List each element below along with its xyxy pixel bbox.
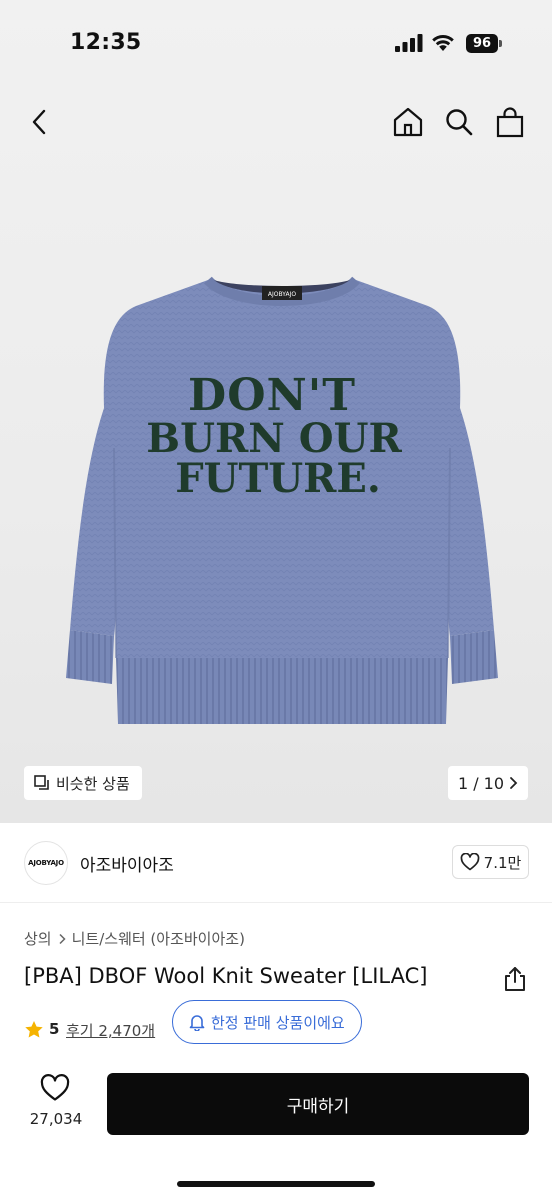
chevron-left-icon bbox=[32, 109, 46, 135]
bell-icon bbox=[189, 1015, 205, 1031]
status-bar: 12:35 96 bbox=[0, 0, 552, 88]
similar-products-label: 비슷한 상품 bbox=[56, 774, 130, 793]
heart-outline-icon bbox=[460, 853, 480, 871]
chevron-right-icon bbox=[510, 777, 518, 789]
breadcrumb-item[interactable]: 니트/스웨터 (아조바이아조) bbox=[72, 928, 245, 949]
shopping-bag-icon bbox=[496, 107, 524, 138]
buy-button[interactable]: 구매하기 bbox=[107, 1073, 529, 1135]
wishlist-button[interactable]: 27,034 bbox=[24, 1074, 88, 1134]
breadcrumb: 상의 니트/스웨터 (아조바이아조) bbox=[24, 928, 245, 949]
breadcrumb-item[interactable]: 상의 bbox=[24, 928, 52, 949]
similar-products-button[interactable]: 비슷한 상품 bbox=[24, 766, 142, 800]
rating-row: 5 후기 2,470개 한정 판매 상품이에요 bbox=[24, 1000, 524, 1044]
chevron-right-icon bbox=[59, 933, 66, 944]
home-button[interactable] bbox=[386, 100, 430, 144]
rating-value: 5 bbox=[49, 1020, 60, 1038]
limited-sale-label: 한정 판매 상품이에요 bbox=[211, 1013, 345, 1032]
copy-icon bbox=[34, 775, 49, 790]
reviews-link[interactable]: 후기 2,470개 bbox=[66, 1020, 155, 1041]
product-gallery[interactable]: 12:35 96 AJOBYAJO DON'T BURN OUR FUTURE.… bbox=[0, 0, 552, 823]
top-nav bbox=[0, 100, 552, 148]
product-image[interactable]: AJOBYAJO DON'T BURN OUR FUTURE. bbox=[56, 258, 508, 730]
home-icon bbox=[393, 107, 423, 137]
search-icon bbox=[446, 109, 473, 136]
print-line-1: DON'T bbox=[188, 370, 356, 421]
garment-tag-text: AJOBYAJO bbox=[268, 291, 296, 298]
heart-outline-icon bbox=[40, 1074, 70, 1101]
battery-level: 96 bbox=[466, 34, 498, 53]
print-line-3: FUTURE. bbox=[175, 455, 381, 502]
image-counter[interactable]: 1 / 10 bbox=[448, 766, 528, 800]
cart-button[interactable] bbox=[488, 100, 532, 144]
star-icon bbox=[25, 1021, 43, 1038]
battery-icon: 96 bbox=[466, 34, 502, 53]
cellular-signal-icon bbox=[395, 34, 423, 52]
product-title: [PBA] DBOF Wool Knit Sweater [LILAC] bbox=[24, 964, 428, 988]
back-button[interactable] bbox=[18, 100, 62, 144]
image-counter-text: 1 / 10 bbox=[457, 773, 505, 793]
brand-name[interactable]: 아조바이아조 bbox=[80, 851, 174, 876]
limited-sale-badge[interactable]: 한정 판매 상품이에요 bbox=[172, 1000, 362, 1044]
brand-row[interactable]: AJOBYAJO 아조바이아조 7.1만 bbox=[0, 823, 552, 903]
home-indicator[interactable] bbox=[177, 1181, 375, 1187]
brand-like-count: 7.1만 bbox=[483, 853, 522, 872]
wishlist-count: 27,034 bbox=[29, 1110, 83, 1128]
brand-like-button[interactable]: 7.1만 bbox=[452, 845, 529, 879]
status-time: 12:35 bbox=[70, 30, 142, 55]
wifi-icon bbox=[432, 34, 454, 51]
buy-button-label: 구매하기 bbox=[286, 1096, 350, 1117]
brand-logo[interactable]: AJOBYAJO bbox=[24, 841, 68, 885]
brand-logo-text: AJOBYAJO bbox=[28, 859, 64, 867]
search-button[interactable] bbox=[437, 100, 481, 144]
share-icon[interactable] bbox=[502, 966, 528, 992]
